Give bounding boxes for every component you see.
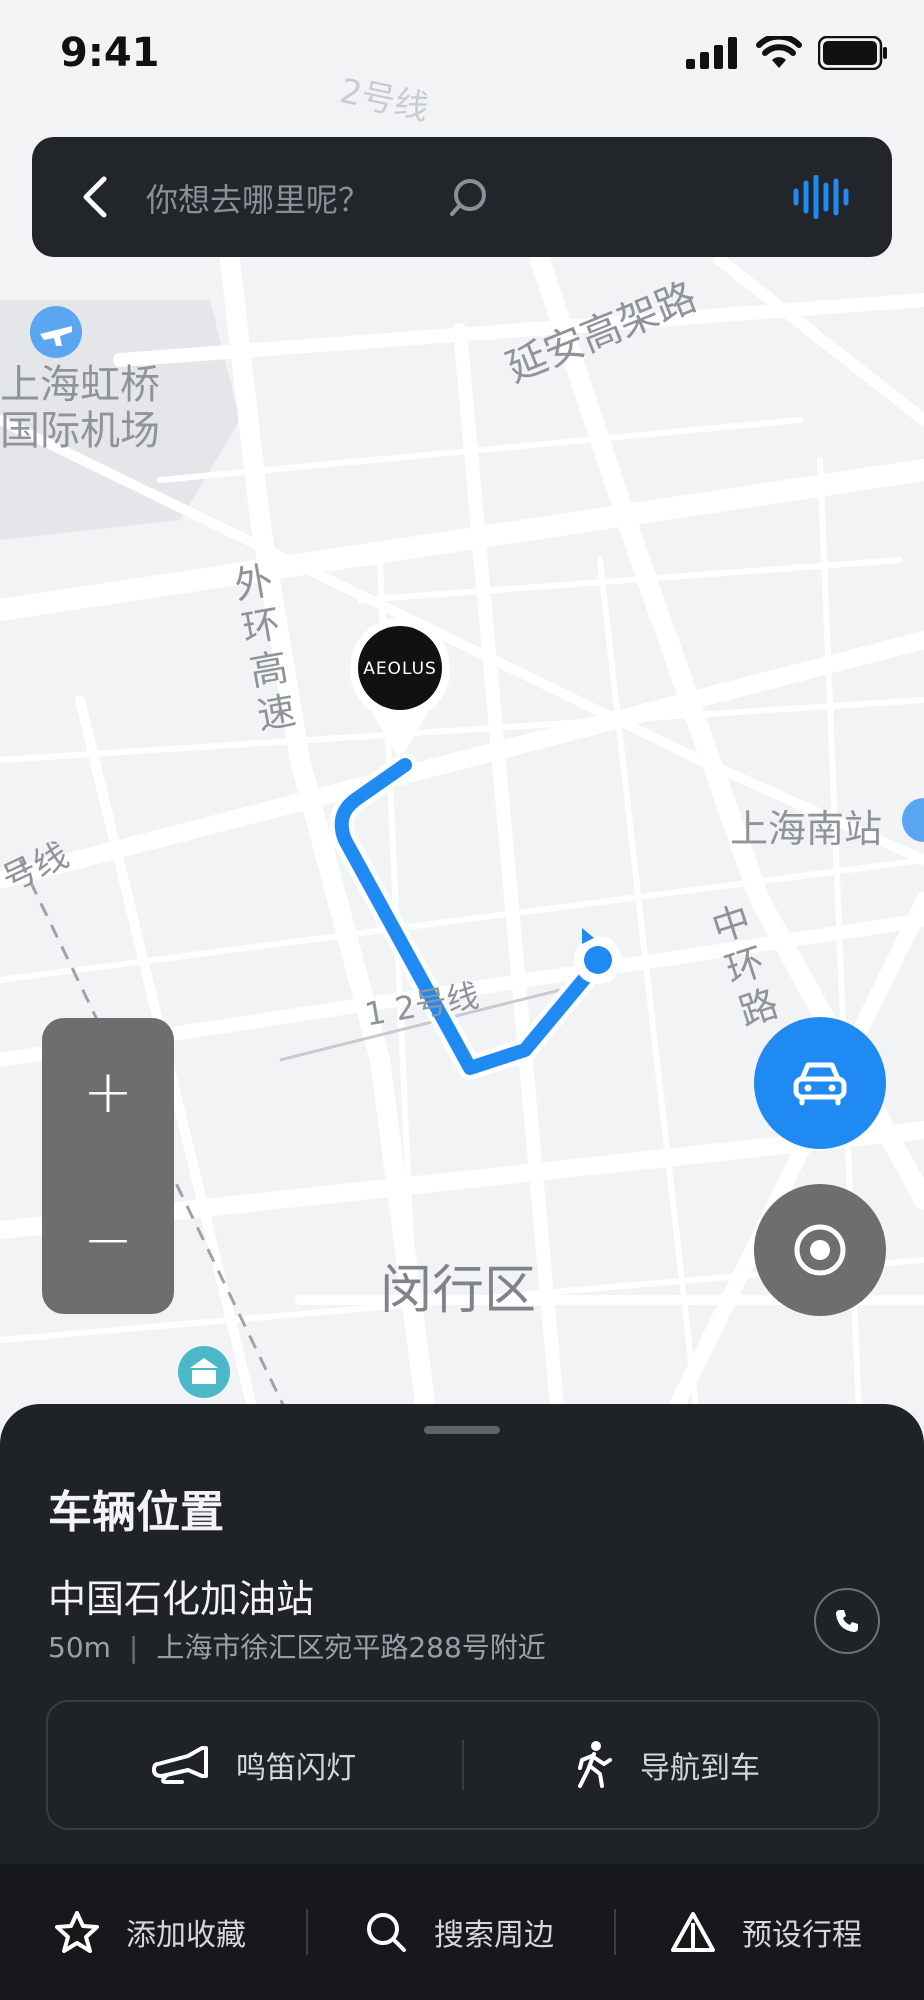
phone-icon bbox=[836, 1610, 858, 1632]
walking-icon bbox=[578, 1741, 612, 1788]
wifi-icon bbox=[756, 36, 802, 68]
battery-icon bbox=[818, 36, 887, 70]
map-label-south-station: 上海南站 bbox=[730, 807, 883, 851]
action-divider bbox=[462, 1740, 464, 1790]
search-nearby-button[interactable]: 搜索周边 bbox=[364, 1864, 554, 2000]
add-favorite-button[interactable]: 添加收藏 bbox=[54, 1864, 246, 2000]
address: 上海市徐汇区宛平路288号附近 bbox=[156, 1631, 546, 1664]
locate-vehicle-button[interactable] bbox=[754, 1017, 886, 1149]
cellular-signal-icon bbox=[686, 37, 737, 69]
bottom-toolbar: 添加收藏 搜索周边 预设行程 bbox=[0, 1864, 924, 2000]
brand-logo: AEOLUS bbox=[363, 659, 437, 679]
address-line: 50m | 上海市徐汇区宛平路288号附近 bbox=[48, 1626, 546, 1666]
map-label-airport: 上海虹桥 国际机场 bbox=[0, 362, 160, 454]
navigate-to-car-button[interactable]: 导航到车 bbox=[574, 1702, 760, 1828]
distance: 50m bbox=[48, 1631, 111, 1664]
star-icon bbox=[55, 1911, 99, 1953]
car-icon bbox=[793, 1062, 847, 1106]
status-bar: 9:41 bbox=[0, 0, 924, 110]
place-name: 中国石化加油站 bbox=[48, 1577, 315, 1621]
toolbar-divider bbox=[306, 1909, 308, 1955]
add-favorite-label: 添加收藏 bbox=[126, 1918, 246, 1953]
warning-triangle-icon bbox=[671, 1912, 715, 1952]
address-separator: | bbox=[128, 1631, 139, 1664]
horn-icon bbox=[152, 1746, 208, 1784]
horn-flash-label: 鸣笛闪灯 bbox=[236, 1751, 356, 1786]
map-label-district: 闵行区 bbox=[380, 1261, 537, 1321]
search-nearby-label: 搜索周边 bbox=[434, 1918, 554, 1953]
preset-trip-button[interactable]: 预设行程 bbox=[670, 1864, 862, 2000]
my-location-button[interactable] bbox=[754, 1184, 886, 1316]
zoom-in-button[interactable]: + bbox=[42, 1018, 174, 1166]
vehicle-actions: 鸣笛闪灯 导航到车 bbox=[46, 1700, 880, 1830]
navigate-to-car-label: 导航到车 bbox=[640, 1751, 760, 1786]
search-icon[interactable] bbox=[448, 177, 490, 219]
landmark-icon bbox=[178, 1346, 230, 1398]
toolbar-divider bbox=[614, 1909, 616, 1955]
preset-trip-label: 预设行程 bbox=[742, 1918, 862, 1953]
zoom-out-button[interactable]: − bbox=[42, 1166, 174, 1314]
call-button[interactable] bbox=[814, 1588, 880, 1654]
search-input[interactable]: 你想去哪里呢？ bbox=[146, 175, 370, 221]
search-nearby-icon bbox=[367, 1913, 406, 1952]
status-time: 9:41 bbox=[60, 30, 160, 76]
sheet-title: 车辆位置 bbox=[48, 1487, 224, 1538]
target-icon bbox=[794, 1224, 846, 1276]
search-bar[interactable]: 你想去哪里呢？ bbox=[32, 137, 892, 257]
back-arrow-icon[interactable] bbox=[76, 175, 116, 219]
sheet-handle[interactable] bbox=[424, 1426, 500, 1434]
airport-icon bbox=[30, 306, 82, 358]
zoom-control: + − bbox=[42, 1018, 174, 1314]
horn-flash-button[interactable]: 鸣笛闪灯 bbox=[152, 1702, 356, 1828]
voice-icon[interactable] bbox=[792, 175, 850, 219]
